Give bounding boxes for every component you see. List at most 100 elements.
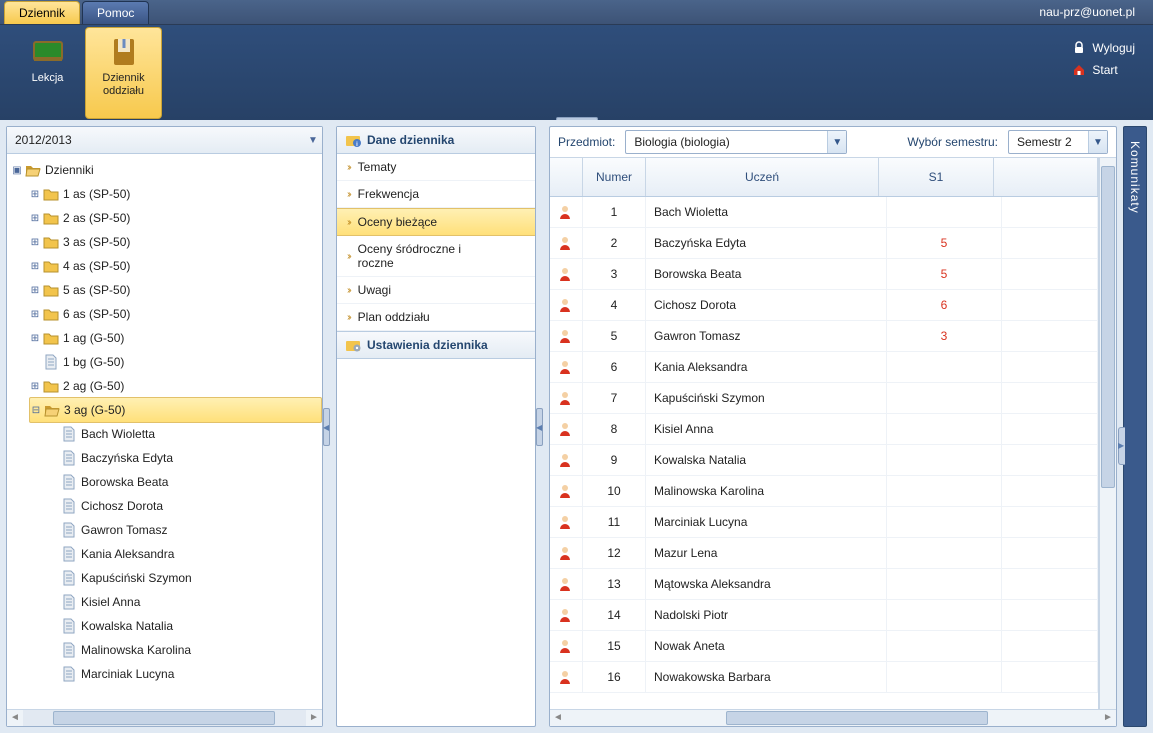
cell-s1[interactable] — [887, 507, 1002, 537]
table-row[interactable]: 15Nowak Aneta — [550, 631, 1098, 662]
table-row[interactable]: 12Mazur Lena — [550, 538, 1098, 569]
tree-folder[interactable]: ⊞5 as (SP-50) — [29, 278, 322, 302]
expand-icon[interactable]: ⊞ — [29, 381, 41, 392]
cell-s1[interactable] — [887, 352, 1002, 382]
cell-rest[interactable] — [1002, 352, 1098, 382]
tree-folder[interactable]: 1 bg (G-50) — [29, 350, 322, 374]
cell-s1[interactable]: 6 — [887, 290, 1002, 320]
chevron-down-icon[interactable]: ▼ — [1088, 131, 1107, 153]
scroll-track[interactable] — [23, 710, 306, 726]
tree-hscroll[interactable]: ◄ ► — [7, 709, 322, 726]
cell-s1[interactable] — [887, 600, 1002, 630]
cell-rest[interactable] — [1002, 228, 1098, 258]
table-row[interactable]: 13Mątowska Aleksandra — [550, 569, 1098, 600]
table-row[interactable]: 10Malinowska Karolina — [550, 476, 1098, 507]
cell-rest[interactable] — [1002, 662, 1098, 692]
mid-menu-item[interactable]: ››Oceny bieżące — [337, 208, 535, 236]
grid-vscroll[interactable] — [1099, 158, 1116, 709]
splitter-left[interactable] — [323, 120, 330, 733]
table-row[interactable]: 7Kapuściński Szymon — [550, 383, 1098, 414]
cell-rest[interactable] — [1002, 600, 1098, 630]
cell-rest[interactable] — [1002, 445, 1098, 475]
scroll-track[interactable] — [566, 710, 1100, 726]
expand-icon[interactable]: ⊞ — [29, 213, 41, 224]
table-row[interactable]: 14Nadolski Piotr — [550, 600, 1098, 631]
mid-menu-item[interactable]: ››Oceny śródroczne i roczne — [337, 236, 535, 277]
cell-s1[interactable] — [887, 476, 1002, 506]
table-row[interactable]: 8Kisiel Anna — [550, 414, 1098, 445]
tab-pomoc[interactable]: Pomoc — [82, 1, 149, 24]
splitter-mid[interactable] — [536, 120, 543, 733]
cell-s1[interactable]: 5 — [887, 259, 1002, 289]
cell-rest[interactable] — [1002, 383, 1098, 413]
expand-icon[interactable]: ⊞ — [29, 309, 41, 320]
grid-body[interactable]: 1Bach Wioletta2Baczyńska Edyta53Borowska… — [550, 197, 1098, 709]
tree-student[interactable]: Kisiel Anna — [47, 590, 322, 614]
expand-icon[interactable]: ⊞ — [29, 285, 41, 296]
scroll-thumb[interactable] — [53, 711, 275, 725]
tree-folder[interactable]: ⊞4 as (SP-50) — [29, 254, 322, 278]
tree-root[interactable]: ▣Dzienniki — [11, 158, 322, 182]
table-row[interactable]: 16Nowakowska Barbara — [550, 662, 1098, 693]
cell-rest[interactable] — [1002, 631, 1098, 661]
table-row[interactable]: 11Marciniak Lucyna — [550, 507, 1098, 538]
grid-hscroll[interactable]: ◄ ► — [550, 709, 1116, 726]
side-tab-komunikaty[interactable]: Komunikaty — [1123, 126, 1147, 727]
cell-s1[interactable]: 3 — [887, 321, 1002, 351]
tree-student[interactable]: Gawron Tomasz — [47, 518, 322, 542]
ribbon-dziennik-oddzialu[interactable]: Dziennik oddziału — [85, 27, 162, 119]
cell-s1[interactable] — [887, 662, 1002, 692]
chevron-down-icon[interactable]: ▼ — [827, 131, 846, 153]
cell-rest[interactable] — [1002, 197, 1098, 227]
cell-s1[interactable]: 5 — [887, 228, 1002, 258]
table-row[interactable]: 3Borowska Beata5 — [550, 259, 1098, 290]
cell-rest[interactable] — [1002, 414, 1098, 444]
logout-link[interactable]: Wyloguj — [1072, 37, 1135, 59]
ribbon-lekcja[interactable]: Lekcja — [10, 28, 85, 118]
grid-head-numer[interactable]: Numer — [583, 158, 646, 196]
expand-icon[interactable]: ⊞ — [29, 189, 41, 200]
table-row[interactable]: 6Kania Aleksandra — [550, 352, 1098, 383]
mid-menu-item[interactable]: ››Frekwencja — [337, 181, 535, 208]
class-tree[interactable]: ▣Dzienniki⊞1 as (SP-50)⊞2 as (SP-50)⊞3 a… — [7, 154, 322, 709]
grid-head-s1[interactable]: S1 — [879, 158, 994, 196]
side-collapse-handle[interactable] — [1118, 427, 1125, 465]
scroll-right-icon[interactable]: ► — [1100, 710, 1116, 726]
cell-rest[interactable] — [1002, 321, 1098, 351]
tree-student[interactable]: Malinowska Karolina — [47, 638, 322, 662]
collapse-icon[interactable]: ⊟ — [30, 405, 42, 416]
tree-student[interactable]: Bach Wioletta — [47, 422, 322, 446]
table-row[interactable]: 1Bach Wioletta — [550, 197, 1098, 228]
tree-student[interactable]: Kowalska Natalia — [47, 614, 322, 638]
tree-student[interactable]: Baczyńska Edyta — [47, 446, 322, 470]
grid-head-uczen[interactable]: Uczeń — [646, 158, 879, 196]
cell-rest[interactable] — [1002, 476, 1098, 506]
cell-s1[interactable] — [887, 414, 1002, 444]
cell-rest[interactable] — [1002, 290, 1098, 320]
scroll-left-icon[interactable]: ◄ — [7, 710, 23, 726]
tree-student[interactable]: Kania Aleksandra — [47, 542, 322, 566]
table-row[interactable]: 5Gawron Tomasz3 — [550, 321, 1098, 352]
collapse-icon[interactable]: ▣ — [11, 165, 23, 176]
start-link[interactable]: Start — [1072, 59, 1135, 81]
cell-s1[interactable] — [887, 569, 1002, 599]
chevron-down-icon[interactable]: ▼ — [304, 135, 322, 146]
cell-s1[interactable] — [887, 197, 1002, 227]
tree-student[interactable]: Borowska Beata — [47, 470, 322, 494]
cell-s1[interactable] — [887, 445, 1002, 475]
cell-rest[interactable] — [1002, 538, 1098, 568]
scroll-left-icon[interactable]: ◄ — [550, 710, 566, 726]
cell-rest[interactable] — [1002, 507, 1098, 537]
tree-folder[interactable]: ⊞3 as (SP-50) — [29, 230, 322, 254]
table-row[interactable]: 9Kowalska Natalia — [550, 445, 1098, 476]
table-row[interactable]: 4Cichosz Dorota6 — [550, 290, 1098, 321]
tree-folder[interactable]: ⊞2 as (SP-50) — [29, 206, 322, 230]
tree-student[interactable]: Marciniak Lucyna — [47, 662, 322, 686]
mid-menu-item[interactable]: ››Plan oddziału — [337, 304, 535, 331]
tab-dziennik[interactable]: Dziennik — [4, 1, 80, 24]
tree-folder[interactable]: ⊞2 ag (G-50) — [29, 374, 322, 398]
expand-icon[interactable]: ⊞ — [29, 261, 41, 272]
scroll-thumb[interactable] — [726, 711, 988, 725]
vscroll-thumb[interactable] — [1101, 166, 1115, 488]
section-ustawienia[interactable]: Ustawienia dziennika — [337, 331, 535, 359]
